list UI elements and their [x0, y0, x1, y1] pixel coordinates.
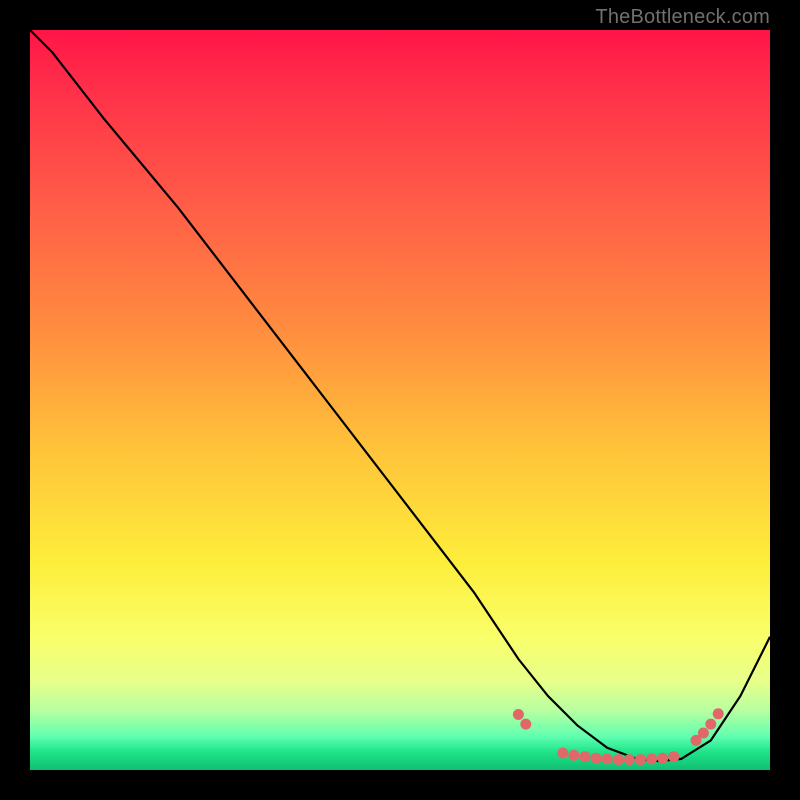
bottleneck-curve: [30, 30, 770, 761]
curve-marker: [646, 753, 657, 764]
curve-marker: [713, 708, 724, 719]
curve-marker: [668, 751, 679, 762]
curve-marker: [568, 750, 579, 761]
curve-marker: [580, 751, 591, 762]
curve-marker: [698, 728, 709, 739]
curve-marker: [705, 719, 716, 730]
curve-marker: [602, 753, 613, 764]
attribution-text: TheBottleneck.com: [595, 6, 770, 29]
curve-marker: [657, 753, 668, 764]
curve-marker: [613, 754, 624, 765]
curve-marker: [635, 754, 646, 765]
curve-marker: [513, 709, 524, 720]
curve-marker: [557, 748, 568, 759]
curve-marker: [520, 719, 531, 730]
curve-marker: [591, 753, 602, 764]
chart-stage: TheBottleneck.com: [0, 0, 800, 800]
curve-marker: [624, 754, 635, 765]
plot-area: [30, 30, 770, 770]
curve-markers: [513, 708, 724, 765]
curve-layer: [30, 30, 770, 770]
